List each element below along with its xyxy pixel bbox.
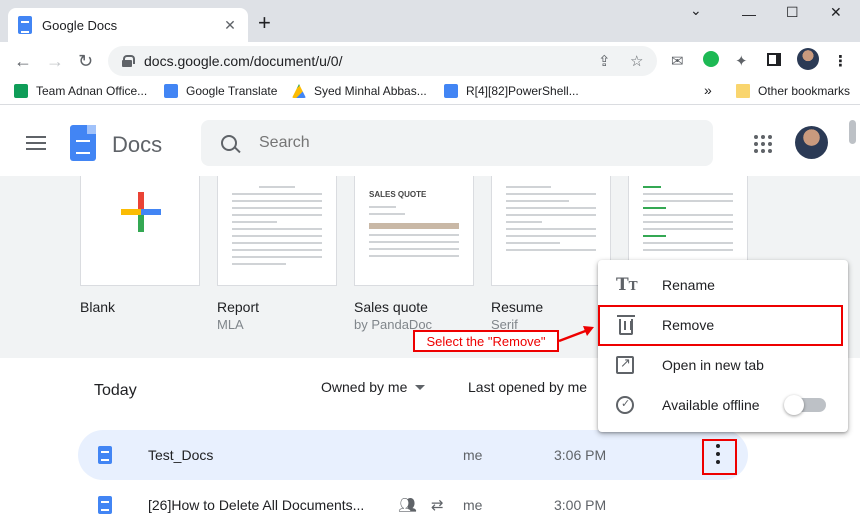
template-name: Report xyxy=(217,299,260,315)
menu-item-open-new-tab[interactable]: Open in new tab xyxy=(598,345,848,385)
profile-avatar-icon[interactable] xyxy=(797,48,819,70)
address-bar[interactable]: docs.google.com/document/u/0/ xyxy=(108,46,657,76)
doc-icon xyxy=(98,446,112,464)
app-name[interactable]: Docs xyxy=(112,132,162,158)
new-tab-button[interactable]: + xyxy=(258,12,271,34)
caret-down-icon xyxy=(415,384,426,390)
docs-logo-icon[interactable] xyxy=(70,125,96,161)
tab-title: Google Docs xyxy=(42,17,118,33)
context-menu: TT Rename Remove Open in new tab Availab… xyxy=(598,260,848,432)
google-apps-icon[interactable] xyxy=(754,135,772,153)
bookmark-label: Syed Minhal Abbas... xyxy=(314,84,427,98)
browser-menu-icon[interactable]: ⋮ xyxy=(833,52,848,70)
template-thumbnail[interactable] xyxy=(217,176,337,286)
menu-item-rename[interactable]: TT Rename xyxy=(598,265,848,305)
tab-close-icon[interactable]: ✕ xyxy=(222,17,238,34)
owner-filter-dropdown[interactable]: Owned by me xyxy=(321,379,426,395)
forward-arrow-icon[interactable]: → xyxy=(46,51,64,72)
menu-item-label: Available offline xyxy=(662,397,760,413)
bookmark-item[interactable]: Syed Minhal Abbas... xyxy=(292,84,427,98)
menu-item-label: Open in new tab xyxy=(662,357,764,373)
rename-icon: TT xyxy=(616,275,638,295)
translate-icon xyxy=(164,84,178,98)
bookmarks-overflow-icon[interactable]: » xyxy=(704,82,712,98)
offline-toggle[interactable] xyxy=(784,395,826,415)
bookmark-label: Team Adnan Office... xyxy=(36,84,148,98)
bookmark-item[interactable]: Team Adnan Office... xyxy=(14,84,147,98)
mail-extension-icon[interactable]: ✉ xyxy=(671,52,684,70)
open-new-tab-icon xyxy=(616,355,634,374)
lock-icon xyxy=(122,55,135,67)
search-icon[interactable] xyxy=(221,135,237,151)
window-close-icon[interactable]: ✕ xyxy=(830,4,842,21)
browser-toolbar: ← → ↻ docs.google.com/document/u/0/ ⇪ ☆ … xyxy=(0,42,860,80)
document-row[interactable]: [26]How to Delete All Documents... 👥︎ ⇄ … xyxy=(78,480,748,530)
offline-icon xyxy=(616,396,634,414)
main-menu-icon[interactable] xyxy=(26,136,46,150)
kebab-highlight-box xyxy=(702,439,737,475)
browser-tab[interactable]: Google Docs ✕ xyxy=(8,8,248,42)
document-owner: me xyxy=(463,497,483,513)
browser-titlebar: Google Docs ✕ + ⌄ — ☐ ✕ xyxy=(0,0,860,42)
template-sales-quote[interactable]: SALES QUOTE Sales quote by PandaDoc xyxy=(354,176,474,332)
page-scrollbar[interactable] xyxy=(849,120,856,144)
extensions-puzzle-icon[interactable]: ✦ xyxy=(735,52,748,70)
plus-icon xyxy=(121,192,161,232)
share-icon[interactable]: ⇪ xyxy=(598,52,611,70)
thumbnail-title: SALES QUOTE xyxy=(369,190,427,199)
other-bookmarks-label: Other bookmarks xyxy=(758,84,851,98)
maximize-icon[interactable]: ☐ xyxy=(786,4,799,21)
document-name: [26]How to Delete All Documents... xyxy=(148,497,365,513)
document-time: 3:00 PM xyxy=(554,497,607,513)
document-owner: me xyxy=(463,447,483,463)
minimize-icon[interactable]: — xyxy=(742,6,756,22)
bookmark-item[interactable]: R[4][82]PowerShell... xyxy=(444,84,579,98)
menu-item-available-offline[interactable]: Available offline xyxy=(598,385,848,425)
other-bookmarks[interactable]: Other bookmarks xyxy=(736,84,850,98)
remove-highlight-box xyxy=(598,305,843,346)
green-extension-icon[interactable] xyxy=(703,51,719,67)
sync-icon: ⇄ xyxy=(431,497,444,514)
drive-icon xyxy=(292,84,306,98)
template-resume[interactable]: Resume Serif xyxy=(491,176,611,332)
template-thumbnail[interactable]: SALES QUOTE xyxy=(354,176,474,286)
account-avatar[interactable] xyxy=(795,126,828,159)
template-name: Sales quote xyxy=(354,299,428,315)
bookmark-label: Google Translate xyxy=(186,84,278,98)
template-thumbnail[interactable] xyxy=(80,176,200,286)
document-time: 3:06 PM xyxy=(554,447,607,463)
owner-filter-label: Owned by me xyxy=(321,379,408,395)
section-heading: Today xyxy=(94,382,137,399)
bookmark-label: R[4][82]PowerShell... xyxy=(466,84,579,98)
docs-header: Docs xyxy=(0,106,860,176)
template-name: Resume xyxy=(491,299,544,315)
sheets-icon xyxy=(14,84,28,98)
reload-icon[interactable]: ↻ xyxy=(78,51,93,72)
bookmark-item[interactable]: Google Translate xyxy=(164,84,277,98)
search-input[interactable] xyxy=(259,134,659,152)
docs-favicon-icon xyxy=(18,16,32,34)
shared-people-icon: 👥︎ xyxy=(398,497,418,514)
template-blank[interactable]: Blank xyxy=(80,176,200,315)
docs-icon xyxy=(444,84,458,98)
template-report[interactable]: Report MLA xyxy=(217,176,337,332)
annotation-label: Select the "Remove" xyxy=(413,330,559,352)
template-name: Blank xyxy=(80,299,116,315)
bookmarks-bar: Team Adnan Office... Google Translate Sy… xyxy=(0,80,860,105)
document-row[interactable]: Test_Docs me 3:06 PM xyxy=(78,430,748,480)
bookmark-star-icon[interactable]: ☆ xyxy=(630,52,643,70)
back-arrow-icon[interactable]: ← xyxy=(14,51,32,72)
doc-icon xyxy=(98,496,112,514)
search-bar[interactable] xyxy=(201,120,713,166)
folder-icon xyxy=(736,84,750,98)
template-thumbnail[interactable] xyxy=(491,176,611,286)
address-url: docs.google.com/document/u/0/ xyxy=(144,53,343,69)
document-name: Test_Docs xyxy=(148,447,214,463)
side-panel-icon[interactable] xyxy=(767,53,781,66)
menu-item-label: Rename xyxy=(662,277,715,293)
tab-search-chevron-icon[interactable]: ⌄ xyxy=(690,2,702,19)
template-subtitle: MLA xyxy=(217,317,244,332)
sort-label[interactable]: Last opened by me xyxy=(468,379,587,395)
